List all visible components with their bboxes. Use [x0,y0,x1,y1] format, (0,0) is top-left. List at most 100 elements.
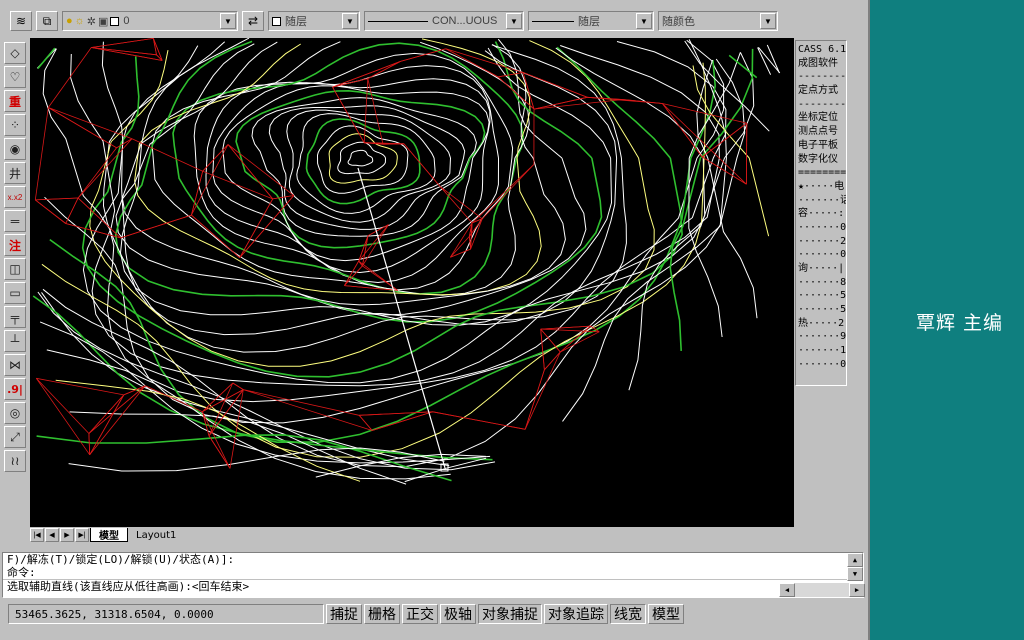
command-prompt[interactable]: 选取辅助直线(该直线应从低往高画):<回车结束> [3,579,863,592]
make-current-layer-icon[interactable]: ⇄ [242,11,264,31]
color-value: 随层 [285,16,307,28]
horizontal-scrollbar[interactable]: ◀ ▶ [779,583,865,597]
side-menu-item[interactable]: 询·····| [798,262,844,276]
elevation-icon[interactable]: x.x2 [4,186,26,208]
wave-icon[interactable]: ≀≀ [4,450,26,472]
side-menu-item[interactable]: 热·····2 [798,317,844,331]
side-menu-item[interactable]: 数字化仪 [798,153,844,167]
plotstyle-combo[interactable]: 随颜色 ▼ [658,11,778,31]
layer-previous-icon[interactable]: ⧉ [36,11,58,31]
tin-edge [272,195,294,200]
side-menu-item[interactable]: 坐标定位 [798,111,844,125]
side-menu-item[interactable]: ·······8 [798,276,846,290]
spot-height-icon[interactable]: .9| [4,378,26,400]
fence-icon[interactable]: ╤ [4,306,26,328]
model-toggle[interactable]: 模型 [648,604,684,624]
tin-edge [88,385,146,434]
first-tab-icon[interactable]: |◀ [30,528,44,542]
snap-toggle[interactable]: 捕捉 [326,604,362,624]
side-menu-item[interactable]: ·······5 [798,289,846,303]
tin-edge [359,411,433,416]
last-tab-icon[interactable]: ▶| [75,528,89,542]
contour-line [347,149,374,167]
side-menu-item[interactable]: ·······2 [798,235,846,249]
lightbulb-icon: ● [66,15,73,27]
embankment-icon[interactable]: ⋈ [4,354,26,376]
tin-edge [540,325,591,330]
scroll-left-icon[interactable]: ◀ [779,583,795,597]
author-caption: 覃辉 主编 [916,312,1004,334]
side-menu-item[interactable]: 电子平板 [798,139,844,153]
scroll-right-icon[interactable]: ▶ [849,583,865,597]
layer-combo[interactable]: ● ☼ ✲ ▣ 0 ▼ [62,11,238,31]
prev-tab-icon[interactable]: ◀ [45,528,59,542]
otrack-toggle[interactable]: 对象追踪 [544,604,608,624]
side-menu-item[interactable]: ★·····电 [798,180,844,194]
tab-layout1[interactable]: Layout1 [128,528,184,542]
scroll-down-icon[interactable]: ▼ [847,567,863,581]
lineweight-toggle[interactable]: 线宽 [610,604,646,624]
tin-edge [363,78,369,143]
chevron-down-icon[interactable]: ▼ [342,13,358,29]
building-icon[interactable]: ◫ [4,258,26,280]
side-menu-item[interactable]: -------- [798,98,846,112]
side-menu-item[interactable]: -------- [798,70,846,84]
side-menu-item[interactable]: ·······0 [798,358,846,372]
linetype-sample [368,20,428,22]
model-space-canvas[interactable] [30,38,794,528]
rectangle-icon[interactable]: ▭ [4,282,26,304]
bridge-icon[interactable]: 井 [4,162,26,184]
color-combo[interactable]: 随层 ▼ [268,11,360,31]
tab-model[interactable]: 模型 [90,528,128,542]
chevron-down-icon[interactable]: ▼ [506,13,522,29]
side-menu-item[interactable]: ·······5 [798,303,846,317]
tin-edge [481,164,535,220]
side-menu-item[interactable]: ·······0 [798,221,846,235]
side-menu-item[interactable]: 成图软件 [798,57,844,71]
arrow-line-icon[interactable]: ⤢ [4,426,26,448]
side-menu-item[interactable]: ======== [798,166,846,180]
tin-edge [332,86,365,143]
polar-toggle[interactable]: 极轴 [440,604,476,624]
side-menu-item[interactable]: ·······0 [798,248,846,262]
ortho-toggle[interactable]: 正交 [402,604,438,624]
tin-edge [544,351,561,371]
tin-edge [77,138,133,199]
layer-manager-icon[interactable]: ≋ [10,11,32,31]
chevron-down-icon[interactable]: ▼ [636,13,652,29]
scroll-up-icon[interactable]: ▲ [847,553,863,567]
contour-map [32,38,781,485]
tin-edge [445,48,524,73]
grid-toggle[interactable]: 栅格 [364,604,400,624]
side-menu-item[interactable]: 容·····: [798,207,844,221]
scroll-track[interactable] [795,583,849,597]
command-window[interactable]: F)/解冻(T)/锁定(LO)/解锁(U)/状态(A)]: 命令: 选取辅助直线… [2,552,865,598]
freeze-icon: ✲ [86,15,96,28]
side-menu-item[interactable]: ·······1 [798,344,846,358]
linetype-combo[interactable]: CON...UOUS ▼ [364,11,524,31]
cass-left-toolbar: ◇ ♡ 重 ⁘ ◉ 井 x.x2 ═ 注 ◫ ▭ ╤ ┴ ⋈ .9| ◎ ⤢ ≀… [2,42,28,472]
annotate-char-icon[interactable]: 注 [4,234,26,256]
cass-window: ≋ ⧉ ● ☼ ✲ ▣ 0 ▼ ⇄ 随层 ▼ CON...UOUS ▼ 随层 ▼ [0,0,870,640]
side-menu-item[interactable]: ·······话 [798,194,846,208]
osnap-toggle[interactable]: 对象捕捉 [478,604,542,624]
side-menu-item[interactable]: 定点方式 [798,84,844,98]
side-menu-item[interactable]: CASS 6.1 [798,43,846,57]
lineweight-combo[interactable]: 随层 ▼ [528,11,654,31]
next-tab-icon[interactable]: ▶ [60,528,74,542]
shield-icon[interactable]: ♡ [4,66,26,88]
chevron-down-icon[interactable]: ▼ [760,13,776,29]
heavy-char-icon[interactable]: 重 [4,90,26,112]
points-icon[interactable]: ⁘ [4,114,26,136]
chevron-down-icon[interactable]: ▼ [220,13,236,29]
drag-icon[interactable]: ◉ [4,138,26,160]
circle-icon[interactable]: ◎ [4,402,26,424]
rails-icon[interactable]: ═ [4,210,26,232]
auxiliary-line[interactable] [357,167,446,469]
wall-icon[interactable]: ┴ [4,330,26,352]
side-menu-item[interactable]: 测点点号 [798,125,844,139]
tag-icon[interactable]: ◇ [4,42,26,64]
command-scrollbar[interactable]: ▲ ▼ [847,553,863,581]
side-menu-item[interactable]: ·······9 [798,330,846,344]
tin-edge [367,78,384,145]
